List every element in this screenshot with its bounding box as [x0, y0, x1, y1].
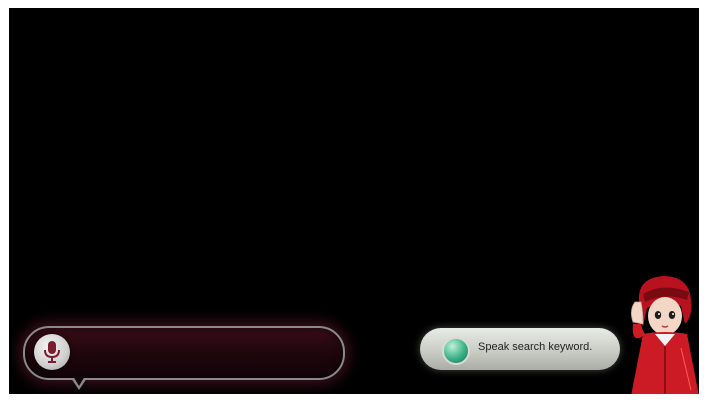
globe-search-icon: [442, 337, 470, 365]
hint-bubble: Speak search keyword.: [420, 328, 620, 370]
hint-text: Speak search keyword.: [478, 341, 593, 353]
voice-bubble-tail: [71, 376, 87, 390]
voice-input-bar[interactable]: [23, 326, 345, 390]
microphone-icon: [44, 341, 60, 363]
tv-screen: Speak search keyword.: [9, 8, 699, 394]
microphone-button[interactable]: [34, 334, 70, 370]
voice-input-text: [85, 343, 323, 361]
assistant-mascot: [631, 276, 699, 394]
